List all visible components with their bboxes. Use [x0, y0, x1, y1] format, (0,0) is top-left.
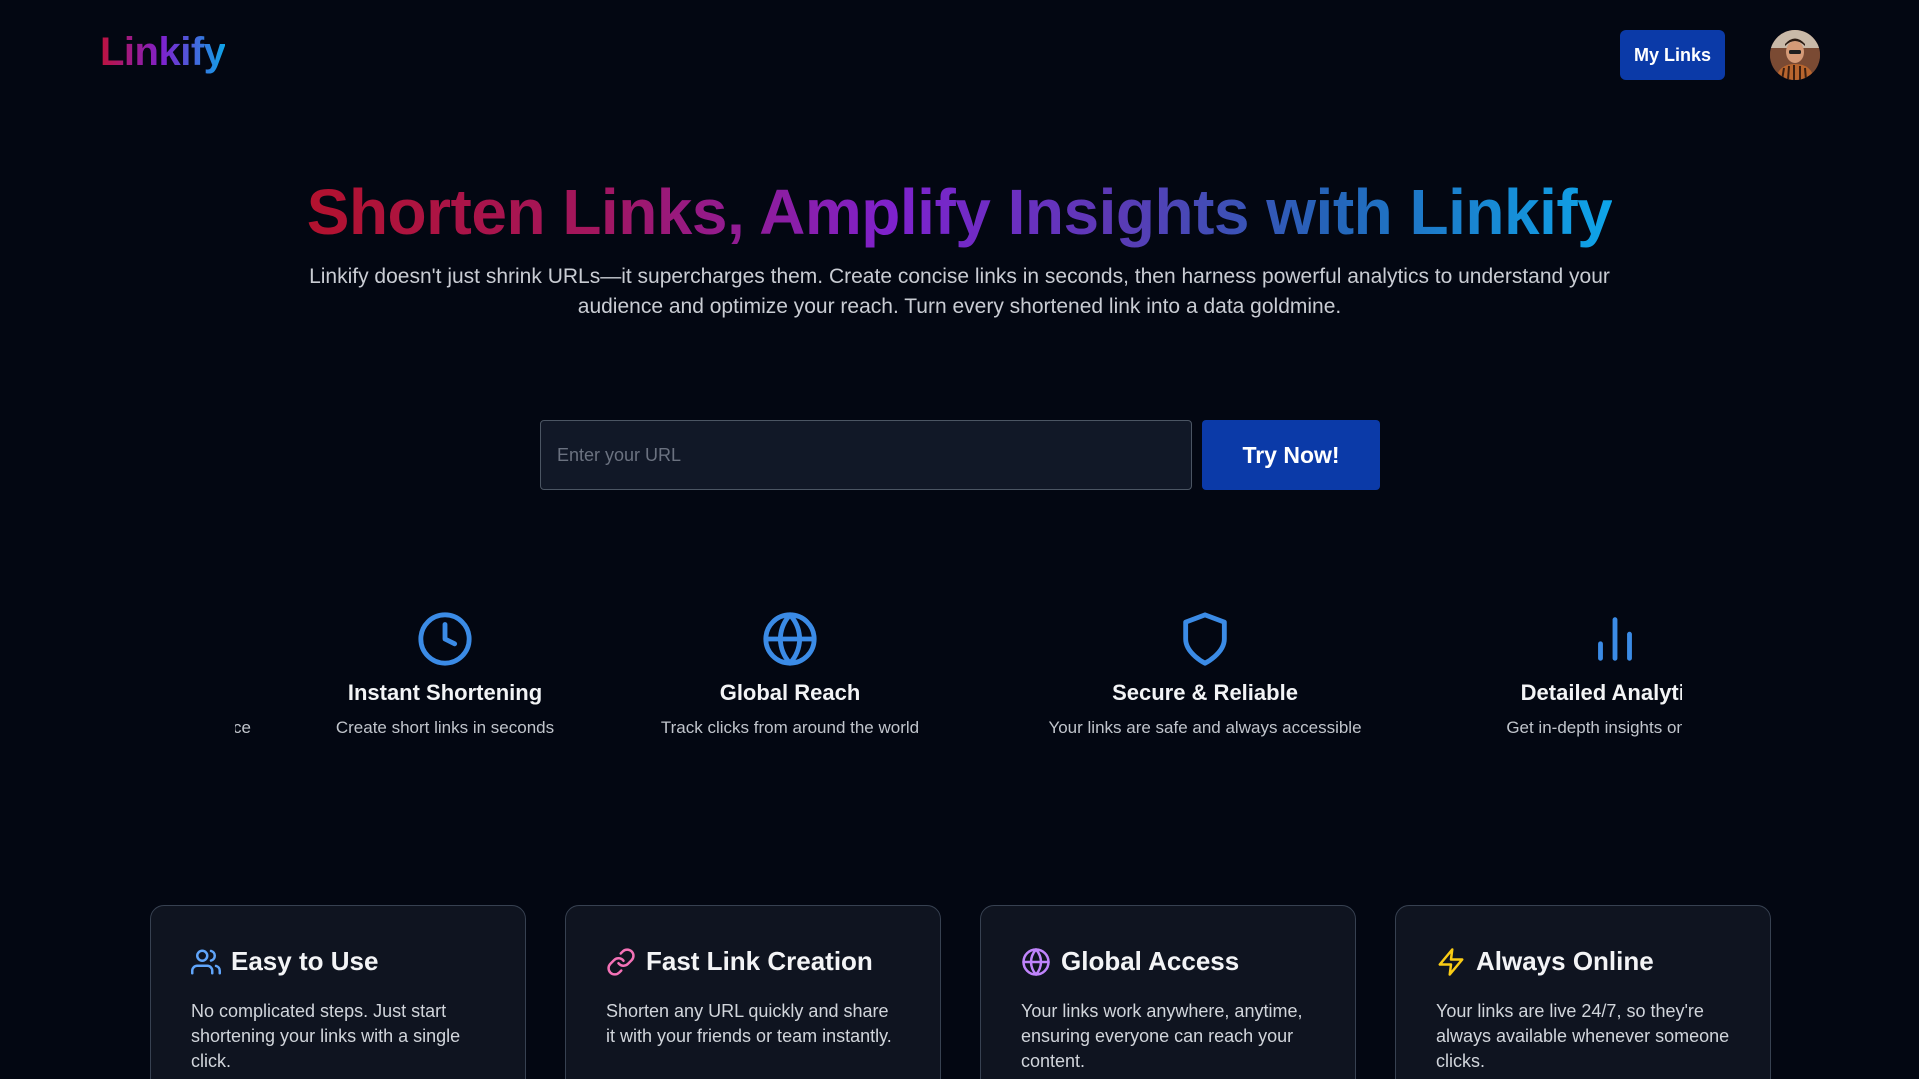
shield-icon	[1183, 612, 1227, 666]
card-title: Easy to Use	[231, 946, 379, 976]
globe-icon	[1022, 947, 1050, 976]
hero-title: Shorten Links, Amplify Insights with Lin…	[0, 175, 1919, 249]
feature-global-reach: Global Reach Track clicks from around th…	[645, 600, 935, 738]
hero-subtitle: Linkify doesn't just shrink URLs—it supe…	[309, 265, 1610, 318]
card-text: Shorten any URL quickly and share it wit…	[606, 1001, 892, 1046]
users-icon	[191, 949, 221, 974]
avatar-image	[1770, 30, 1820, 80]
bar-chart-icon	[1598, 617, 1632, 661]
card-text: Your links work anywhere, anytime, ensur…	[1021, 1001, 1303, 1071]
feature-partial-left: ce	[235, 600, 251, 738]
hero-title-text: Shorten Links, Amplify Insights with Lin…	[306, 176, 1613, 248]
my-links-button[interactable]: My Links	[1620, 30, 1725, 80]
feature-desc: Get in-depth insights on your	[1506, 718, 1682, 737]
user-avatar[interactable]	[1770, 30, 1820, 80]
url-input[interactable]	[540, 420, 1192, 490]
page: Linkify My Links Shorten Links, Amplify …	[0, 0, 1919, 1079]
card-title: Always Online	[1476, 946, 1654, 976]
feature-instant-shortening: Instant Shortening Create short links in…	[335, 600, 555, 738]
clock-icon	[418, 612, 472, 666]
feature-desc: Create short links in seconds	[335, 718, 555, 737]
feature-title: Secure & Reliable	[1112, 680, 1298, 705]
feature-detailed-analytics: Detailed Analytics Get in-depth insights…	[1450, 600, 1682, 738]
logo[interactable]: Linkify	[100, 30, 226, 75]
card-fast-link-creation: Fast Link Creation Shorten any URL quick…	[565, 905, 941, 1079]
card-text: Your links are live 24/7, so they're alw…	[1436, 1001, 1730, 1071]
card-always-online: Always Online Your links are live 24/7, …	[1395, 905, 1771, 1079]
try-now-button[interactable]: Try Now!	[1202, 420, 1380, 490]
features-marquee: ce Instant Shortening Create short links…	[235, 600, 1682, 750]
card-global-access: Global Access Your links work anywhere, …	[980, 905, 1356, 1079]
card-text: No complicated steps. Just start shorten…	[191, 1001, 461, 1071]
link-icon	[607, 947, 635, 976]
feature-desc: Track clicks from around the world	[660, 718, 920, 737]
feature-desc: Your links are safe and always accessibl…	[1048, 718, 1362, 737]
feature-title: Instant Shortening	[347, 680, 543, 705]
feature-partial-desc: ce	[235, 718, 251, 737]
feature-title: Global Reach	[719, 680, 861, 705]
feature-secure-reliable: Secure & Reliable Your links are safe an…	[1025, 600, 1385, 738]
card-title: Global Access	[1061, 946, 1240, 976]
feature-title: Detailed Analytics	[1520, 680, 1682, 705]
card-easy-to-use: Easy to Use No complicated steps. Just s…	[150, 905, 526, 1079]
zap-icon	[1438, 947, 1464, 976]
card-title: Fast Link Creation	[646, 946, 873, 976]
globe-icon	[763, 612, 817, 666]
